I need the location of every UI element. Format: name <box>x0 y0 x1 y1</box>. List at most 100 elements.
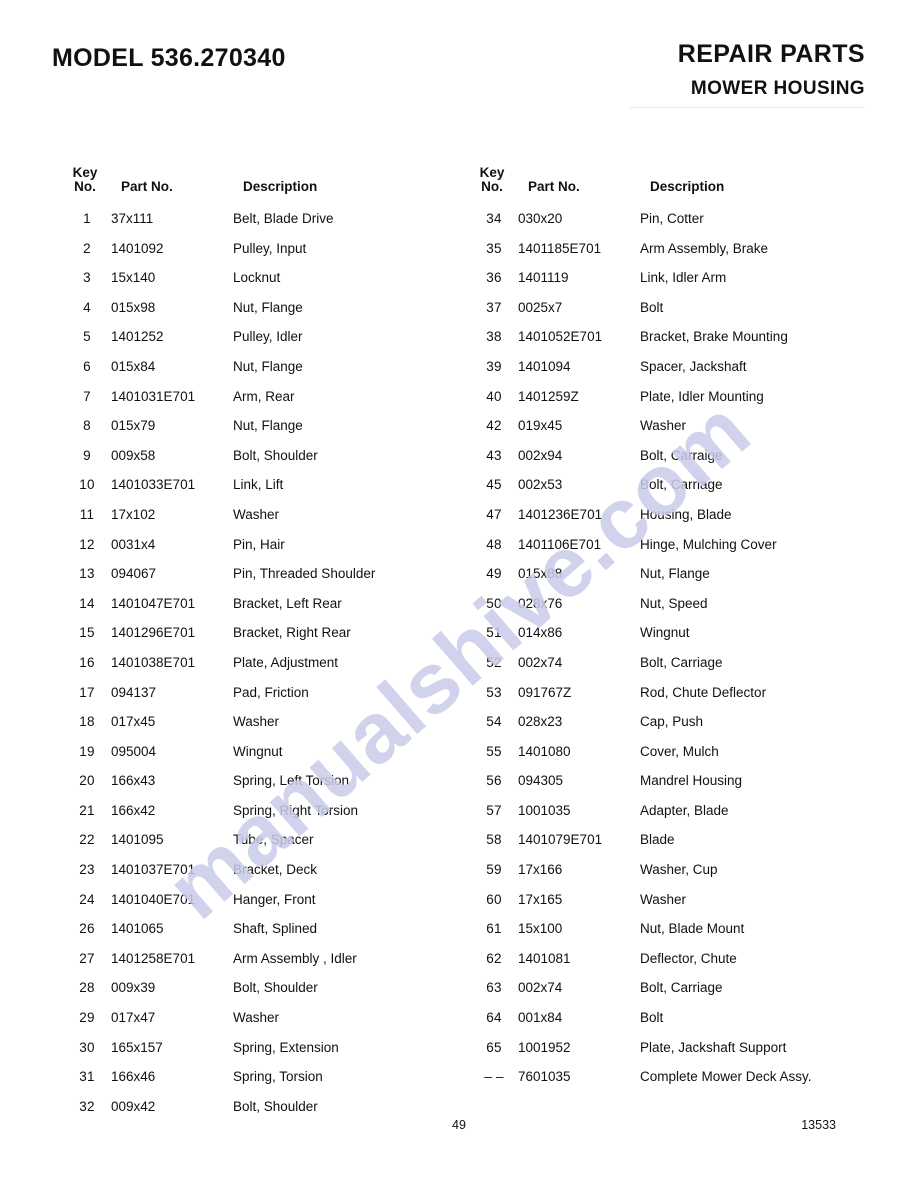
cell-description: Spring, Extension <box>233 1039 339 1055</box>
table-row: 38 1401052E701 Bracket, Brake Mounting <box>470 322 890 352</box>
cell-part-no: 1401258E701 <box>111 950 196 966</box>
cell-description: Bolt, Shoulder <box>233 447 318 463</box>
cell-description: Bolt, Shoulder <box>233 980 318 996</box>
cell-description: Arm, Rear <box>233 388 295 404</box>
table-row: 40 1401259Z Plate, Idler Mounting <box>470 382 890 412</box>
cell-part-no: 015x88 <box>518 566 563 582</box>
cell-part-no: 015x98 <box>111 299 156 315</box>
cell-description: Bolt, Carriage <box>640 477 723 493</box>
cell-key-no: 32 <box>79 1098 95 1114</box>
parts-table-left-column: Key No. Part No. Description 1 37x111 Belt… <box>63 166 483 1121</box>
cell-part-no: 15x100 <box>518 921 563 937</box>
table-row: 59 17x166 Washer, Cup <box>470 855 890 885</box>
cell-part-no: 091767Z <box>518 684 572 700</box>
cell-description: Washer, Cup <box>640 862 718 878</box>
cell-description: Washer <box>640 891 687 907</box>
cell-key-no: 40 <box>486 388 502 404</box>
cell-description: Rod, Chute Deflector <box>640 684 767 700</box>
cell-key-no: 49 <box>486 566 502 582</box>
cell-description: Arm Assembly, Brake <box>640 240 769 256</box>
table-row: 54 028x23 Cap, Push <box>470 707 890 737</box>
table-row: 12 0031x4 Pin, Hair <box>63 530 483 560</box>
cell-description: Arm Assembly , Idler <box>233 950 357 966</box>
cell-part-no: 1401052E701 <box>518 329 603 345</box>
cell-key-no: 4 <box>83 299 91 315</box>
cell-key-no: 6 <box>83 358 91 374</box>
cell-key-no: 48 <box>486 536 502 552</box>
cell-key-no: 12 <box>79 536 95 552</box>
cell-part-no: 1001035 <box>518 802 571 818</box>
cell-description: Hanger, Front <box>233 891 316 907</box>
cell-part-no: 0025x7 <box>518 299 563 315</box>
cell-key-no: – – <box>484 1069 504 1085</box>
table-row: 16 1401038E701 Plate, Adjustment <box>63 648 483 678</box>
cell-part-no: 009x42 <box>111 1098 156 1114</box>
table-row: 58 1401079E701 Blade <box>470 825 890 855</box>
cell-key-no: 34 <box>486 211 502 226</box>
cell-part-no: 015x79 <box>111 418 156 434</box>
cell-key-no: 47 <box>486 506 502 522</box>
cell-description: Bolt, Carraige <box>640 447 723 463</box>
cell-part-no: 1401095 <box>111 832 164 848</box>
cell-key-no: 52 <box>486 654 502 670</box>
column-header-part-no: Part No. <box>528 179 580 194</box>
cell-key-no: 42 <box>486 418 502 434</box>
cell-description: Plate, Idler Mounting <box>640 388 764 404</box>
cell-description: Bracket, Deck <box>233 862 318 878</box>
cell-part-no: 094137 <box>111 684 157 700</box>
table-row: 22 1401095 Tube, Spacer <box>63 825 483 855</box>
table-row: 31 166x46 Spring, Torsion <box>63 1062 483 1092</box>
cell-description: Pin, Hair <box>233 536 285 552</box>
table-header-row: Key No. Part No. Description <box>63 166 483 204</box>
cell-description: Tube, Spacer <box>233 832 314 848</box>
table-row: 45 002x53 Bolt, Carriage <box>470 470 890 500</box>
table-row: 51 014x86 Wingnut <box>470 618 890 648</box>
table-row: 2 1401092 Pulley, Input <box>63 234 483 264</box>
cell-description: Nut, Flange <box>233 418 303 434</box>
table-row: 14 1401047E701 Bracket, Left Rear <box>63 589 483 619</box>
cell-key-no: 50 <box>486 595 502 611</box>
table-row: 7 1401031E701 Arm, Rear <box>63 382 483 412</box>
cell-description: Bolt, Carriage <box>640 654 723 670</box>
cell-key-no: 5 <box>83 329 91 345</box>
cell-key-no: 28 <box>79 980 95 996</box>
cell-description: Complete Mower Deck Assy. <box>640 1069 812 1085</box>
cell-part-no: 095004 <box>111 743 157 759</box>
cell-key-no: 24 <box>79 891 95 907</box>
table-row: 65 1001952 Plate, Jackshaft Support <box>470 1033 890 1063</box>
cell-description: Locknut <box>233 270 281 286</box>
cell-key-no: 7 <box>83 388 91 404</box>
cell-key-no: 21 <box>79 802 95 818</box>
header-divider <box>630 107 865 108</box>
cell-part-no: 009x39 <box>111 980 156 996</box>
cell-description: Bolt, Carriage <box>640 980 723 996</box>
cell-description: Spacer, Jackshaft <box>640 358 747 374</box>
table-row: 3 15x140 Locknut <box>63 263 483 293</box>
cell-part-no: 1401065 <box>111 921 164 937</box>
cell-part-no: 1401033E701 <box>111 477 196 493</box>
cell-part-no: 165x157 <box>111 1039 163 1055</box>
cell-key-no: 35 <box>486 240 502 256</box>
document-code: 13533 <box>801 1118 836 1132</box>
table-row: 17 094137 Pad, Friction <box>63 678 483 708</box>
cell-key-no: 60 <box>486 891 502 907</box>
cell-key-no: 9 <box>83 447 91 463</box>
table-row: 60 17x165 Washer <box>470 885 890 915</box>
table-row: 49 015x88 Nut, Flange <box>470 559 890 589</box>
cell-part-no: 002x94 <box>518 447 563 463</box>
table-row: 36 1401119 Link, Idler Arm <box>470 263 890 293</box>
cell-description: Adapter, Blade <box>640 802 729 818</box>
cell-description: Wingnut <box>640 625 690 641</box>
section-title: MOWER HOUSING <box>690 78 865 99</box>
cell-description: Washer <box>233 714 280 730</box>
cell-key-no: 36 <box>486 270 502 286</box>
cell-description: Spring, Left Torsion <box>233 773 350 789</box>
cell-description: Shaft, Splined <box>233 921 318 937</box>
cell-part-no: 1401094 <box>518 358 571 374</box>
cell-part-no: 1401185E701 <box>518 240 602 256</box>
cell-part-no: 028x23 <box>518 714 563 730</box>
cell-key-no: 18 <box>79 714 95 730</box>
table-row: 15 1401296E701 Bracket, Right Rear <box>63 618 483 648</box>
cell-part-no: 017x47 <box>111 1010 156 1026</box>
table-row: 37 0025x7 Bolt <box>470 293 890 323</box>
